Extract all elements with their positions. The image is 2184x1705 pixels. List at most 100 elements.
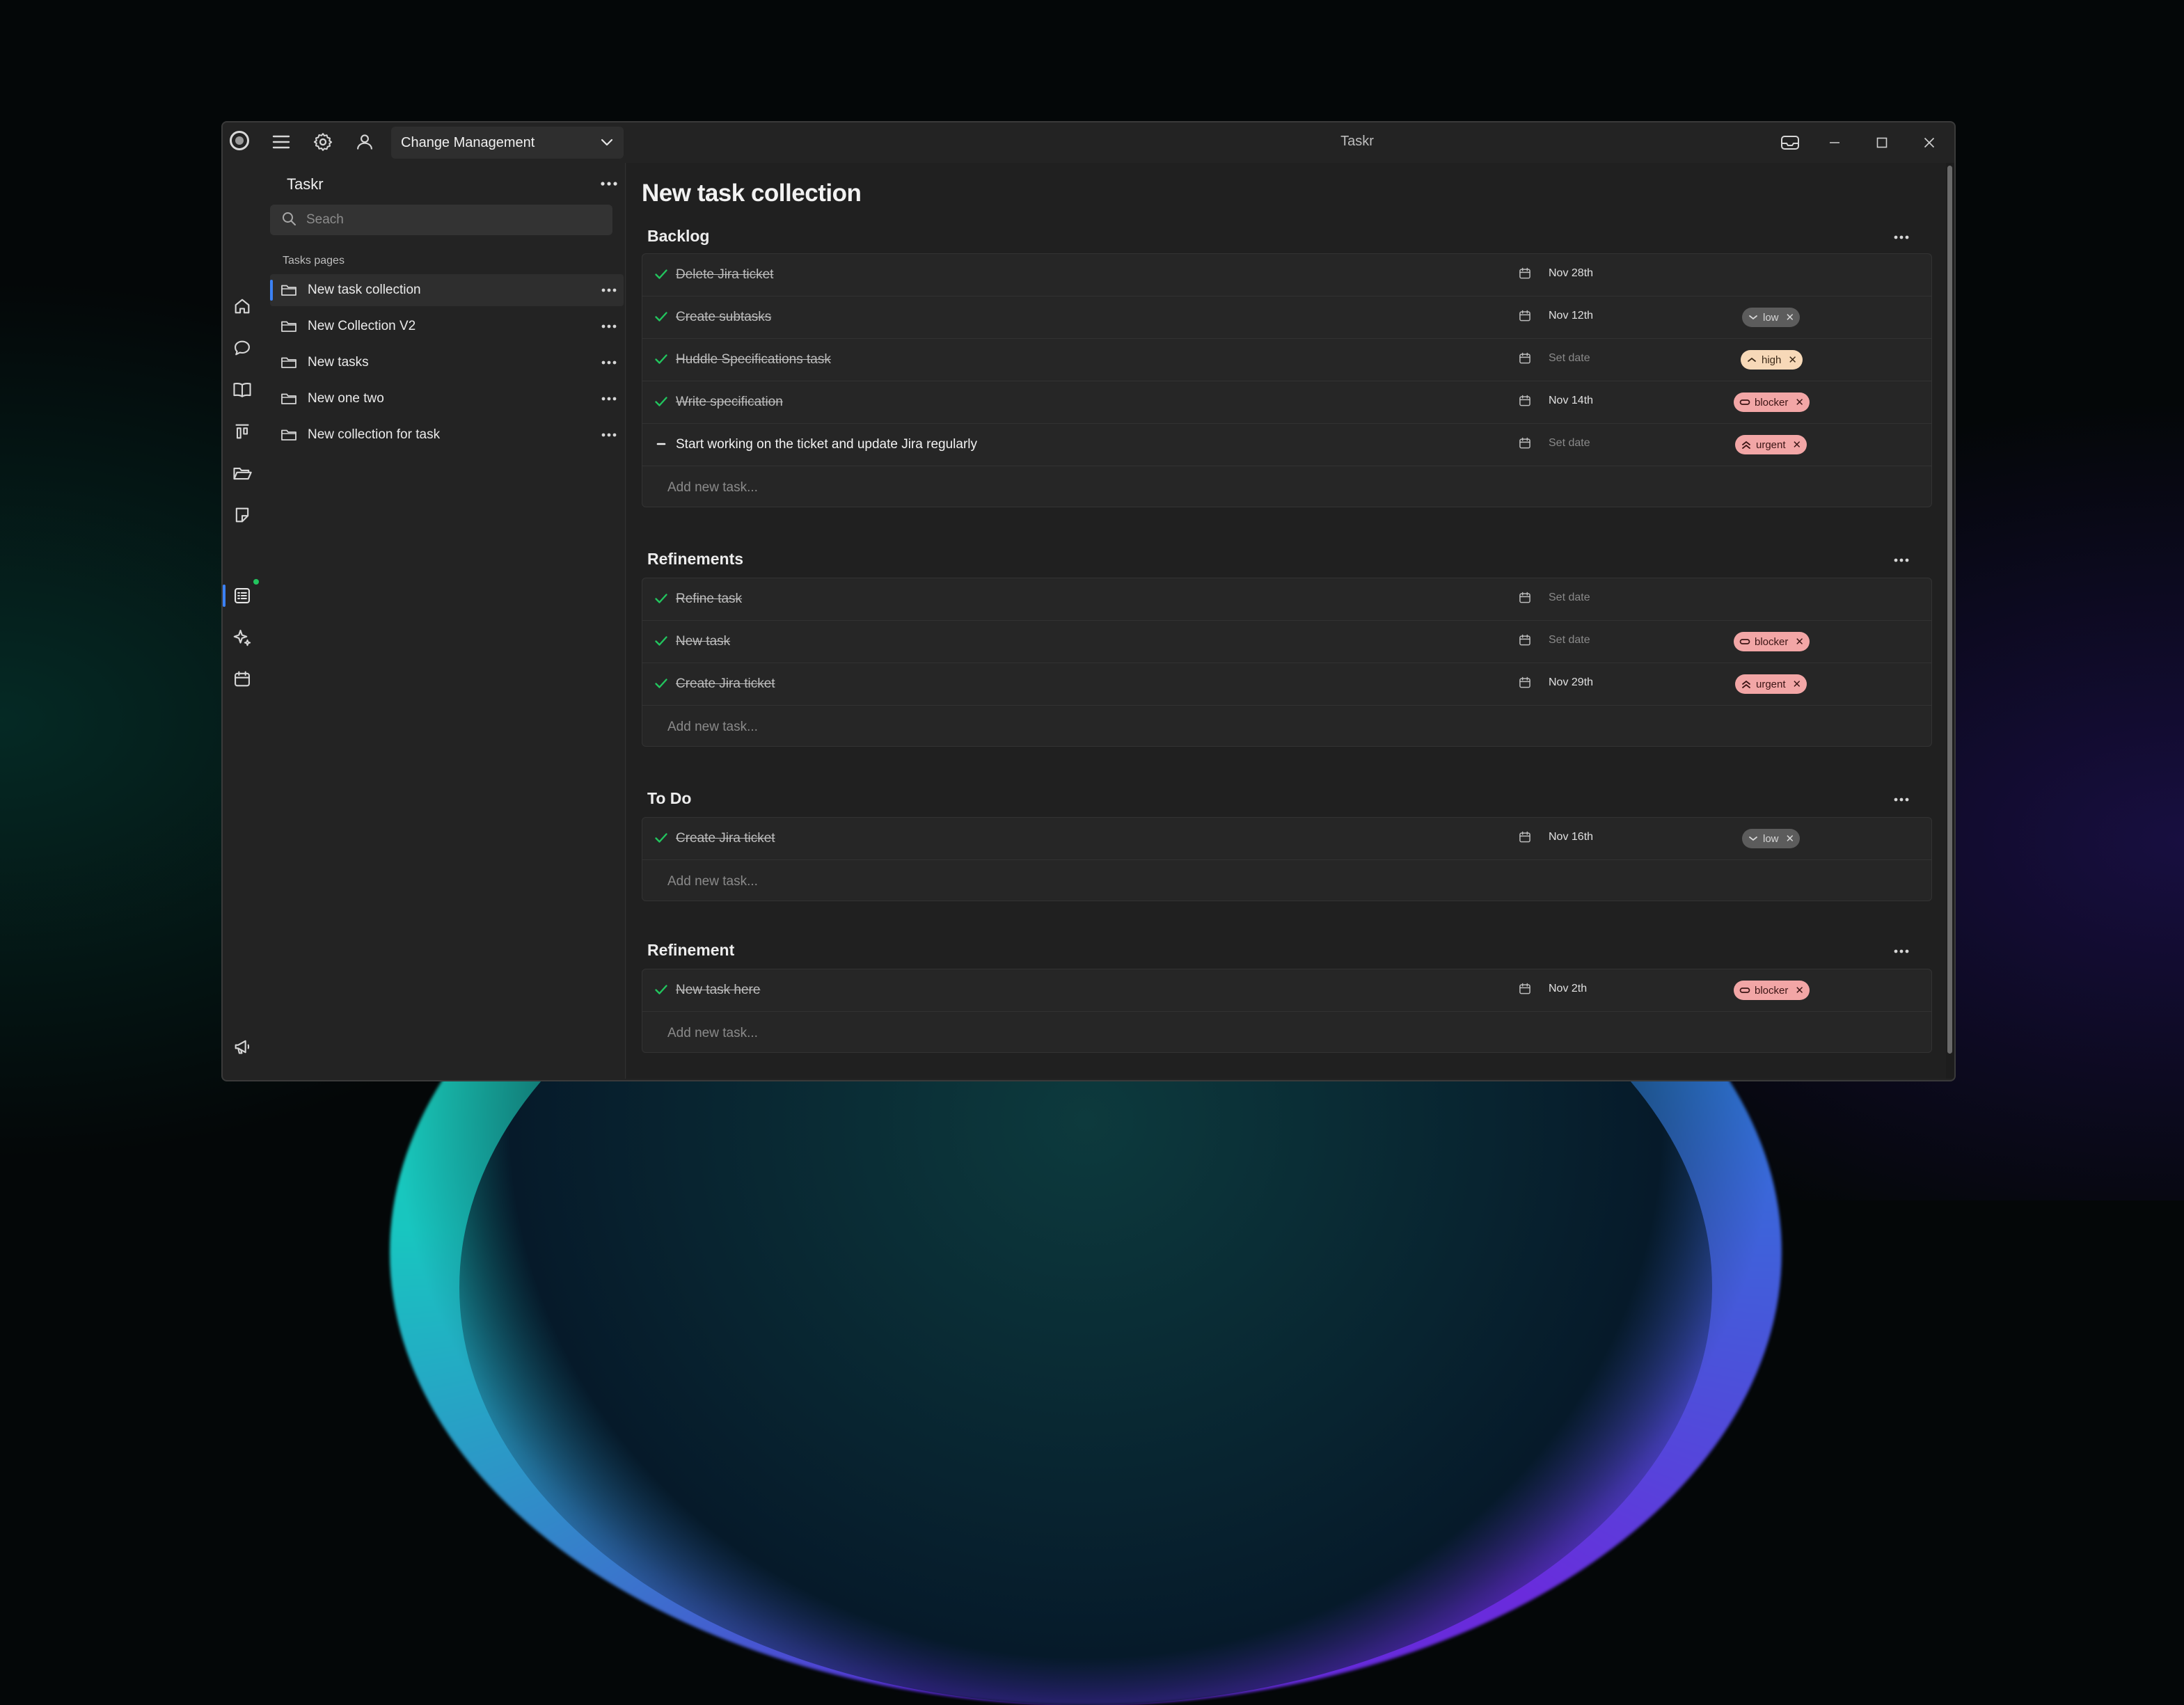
gear-icon[interactable]	[308, 128, 338, 156]
remove-tag-icon[interactable]: ✕	[1793, 438, 1802, 451]
checkmark-icon[interactable]	[654, 830, 669, 846]
task-date[interactable]: Nov 14th	[1518, 394, 1593, 408]
task-name[interactable]: New task	[676, 634, 730, 649]
task-name[interactable]: Huddle Specifications task	[676, 352, 831, 367]
checkmark-icon[interactable]	[654, 394, 669, 409]
task-date[interactable]: Nov 28th	[1518, 267, 1593, 280]
sidebar-more-icon[interactable]	[597, 173, 621, 195]
task-name[interactable]: Create Jira ticket	[676, 676, 775, 692]
indeterminate-icon[interactable]	[654, 436, 669, 452]
priority-tag[interactable]: blocker ✕	[1734, 392, 1810, 412]
page-item-new-collection-for-task[interactable]: New collection for task	[270, 419, 624, 451]
task-row[interactable]: Create Jira ticket Nov 29th urgent ✕	[642, 663, 1931, 706]
page-more-icon[interactable]	[597, 278, 621, 302]
remove-tag-icon[interactable]: ✕	[1795, 635, 1804, 648]
sparkles-icon[interactable]	[230, 625, 255, 650]
megaphone-icon[interactable]	[230, 1034, 255, 1059]
maximize-icon[interactable]	[1862, 127, 1901, 159]
task-name[interactable]: Refine task	[676, 592, 742, 607]
priority-tag[interactable]: urgent ✕	[1735, 674, 1807, 694]
priority-tag[interactable]: high ✕	[1741, 350, 1803, 370]
remove-tag-icon[interactable]: ✕	[1795, 984, 1804, 997]
task-date[interactable]: Set date	[1518, 633, 1590, 647]
task-date[interactable]: Nov 29th	[1518, 676, 1593, 690]
priority-tag[interactable]: blocker ✕	[1734, 632, 1810, 651]
priority-tag[interactable]: urgent ✕	[1735, 435, 1807, 454]
chat-icon[interactable]	[230, 335, 255, 360]
board-icon[interactable]	[230, 419, 255, 444]
remove-tag-icon[interactable]: ✕	[1793, 678, 1802, 690]
folder-open-icon[interactable]	[230, 461, 255, 486]
task-row[interactable]: New task Set date blocker ✕	[642, 621, 1931, 663]
checkmark-icon[interactable]	[654, 267, 669, 282]
page-item-new-collection-v2[interactable]: New Collection V2	[270, 310, 624, 342]
hamburger-menu-icon[interactable]	[266, 128, 296, 156]
task-name[interactable]: Create subtasks	[676, 310, 771, 325]
search-box[interactable]	[270, 205, 612, 235]
search-input[interactable]	[305, 212, 600, 228]
section-more-icon[interactable]	[1889, 227, 1914, 248]
task-date[interactable]: Set date	[1518, 351, 1590, 365]
user-icon[interactable]	[349, 128, 380, 156]
page-more-icon[interactable]	[597, 423, 621, 447]
task-row[interactable]: Huddle Specifications task Set date high ✕	[642, 339, 1931, 381]
task-row[interactable]: Create subtasks Nov 12th low ✕	[642, 296, 1931, 339]
sidebar-toggle-icon[interactable]	[230, 1076, 255, 1080]
minimize-icon[interactable]	[1815, 127, 1854, 159]
task-date[interactable]: Nov 2th	[1518, 982, 1587, 996]
book-icon[interactable]	[230, 377, 255, 402]
calendar-icon[interactable]	[230, 667, 255, 692]
remove-tag-icon[interactable]: ✕	[1788, 354, 1797, 366]
add-task-row[interactable]: Add new task...	[642, 1012, 1931, 1052]
checkmark-icon[interactable]	[654, 309, 669, 324]
priority-tag[interactable]: low ✕	[1742, 308, 1801, 327]
task-row[interactable]: Write specification Nov 14th blocker ✕	[642, 381, 1931, 424]
task-date[interactable]: Nov 16th	[1518, 830, 1593, 844]
checkmark-icon[interactable]	[654, 982, 669, 997]
page-item-new-task-collection[interactable]: New task collection	[270, 274, 624, 306]
task-name[interactable]: New task here	[676, 983, 760, 998]
checkmark-icon[interactable]	[654, 591, 669, 606]
add-task-placeholder[interactable]: Add new task...	[667, 1026, 758, 1041]
add-task-placeholder[interactable]: Add new task...	[667, 720, 758, 735]
checkmark-icon[interactable]	[654, 351, 669, 367]
task-name[interactable]: Write specification	[676, 395, 783, 410]
section-more-icon[interactable]	[1889, 941, 1914, 962]
add-task-row[interactable]: Add new task...	[642, 706, 1931, 746]
add-task-placeholder[interactable]: Add new task...	[667, 874, 758, 889]
add-task-row[interactable]: Add new task...	[642, 860, 1931, 901]
tasks-list-icon[interactable]	[230, 583, 255, 608]
checkmark-icon[interactable]	[654, 676, 669, 691]
section-more-icon[interactable]	[1889, 550, 1914, 571]
task-date[interactable]: Set date	[1518, 436, 1590, 450]
page-item-new-tasks[interactable]: New tasks	[270, 347, 624, 379]
task-date[interactable]: Set date	[1518, 591, 1590, 605]
task-row[interactable]: Refine task Set date	[642, 578, 1931, 621]
add-task-placeholder[interactable]: Add new task...	[667, 480, 758, 495]
page-more-icon[interactable]	[597, 315, 621, 338]
inbox-icon[interactable]	[1771, 127, 1810, 159]
task-row[interactable]: Create Jira ticket Nov 16th low ✕	[642, 818, 1931, 860]
scrollbar-thumb[interactable]	[1947, 166, 1952, 1054]
page-item-new-one-two[interactable]: New one two	[270, 383, 624, 415]
remove-tag-icon[interactable]: ✕	[1795, 396, 1804, 409]
priority-tag[interactable]: low ✕	[1742, 829, 1801, 848]
task-date[interactable]: Nov 12th	[1518, 309, 1593, 323]
task-name[interactable]: Create Jira ticket	[676, 831, 775, 846]
task-name[interactable]: Start working on the ticket and update J…	[676, 437, 977, 452]
add-task-row[interactable]: Add new task...	[642, 466, 1931, 507]
remove-tag-icon[interactable]: ✕	[1786, 311, 1795, 324]
task-name[interactable]: Delete Jira ticket	[676, 267, 773, 283]
remove-tag-icon[interactable]: ✕	[1786, 832, 1795, 845]
section-more-icon[interactable]	[1889, 789, 1914, 810]
sticky-note-icon[interactable]	[230, 502, 255, 528]
task-row[interactable]: New task here Nov 2th blocker ✕	[642, 969, 1931, 1012]
task-row[interactable]: Start working on the ticket and update J…	[642, 424, 1931, 466]
page-more-icon[interactable]	[597, 387, 621, 411]
checkmark-icon[interactable]	[654, 633, 669, 649]
workspace-select[interactable]: Change Management	[391, 127, 624, 159]
home-icon[interactable]	[230, 294, 255, 319]
priority-tag[interactable]: blocker ✕	[1734, 981, 1810, 1000]
close-icon[interactable]	[1910, 127, 1949, 159]
task-row[interactable]: Delete Jira ticket Nov 28th	[642, 254, 1931, 296]
